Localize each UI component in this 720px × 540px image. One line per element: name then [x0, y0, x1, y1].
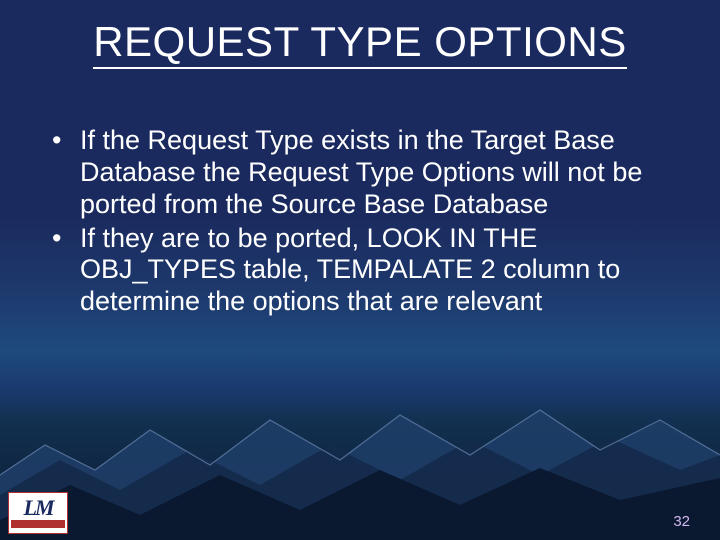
slide-body: • If the Request Type exists in the Targ…	[52, 125, 660, 320]
bullet-item: • If they are to be ported, LOOK IN THE …	[52, 223, 660, 319]
bullet-text: If the Request Type exists in the Target…	[80, 125, 660, 221]
bullet-item: • If the Request Type exists in the Targ…	[52, 125, 660, 221]
slide-title-text: REQUEST TYPE OPTIONS	[93, 18, 627, 69]
mountain-decoration	[0, 360, 720, 540]
logo: LM	[8, 492, 68, 534]
logo-text: LM	[24, 498, 53, 518]
bullet-marker: •	[52, 223, 80, 255]
slide-title: REQUEST TYPE OPTIONS	[0, 18, 720, 66]
bullet-marker: •	[52, 125, 80, 157]
page-number: 32	[673, 513, 690, 530]
slide: REQUEST TYPE OPTIONS • If the Request Ty…	[0, 0, 720, 540]
logo-subtext	[11, 520, 65, 528]
bullet-text: If they are to be ported, LOOK IN THE OB…	[80, 223, 660, 319]
